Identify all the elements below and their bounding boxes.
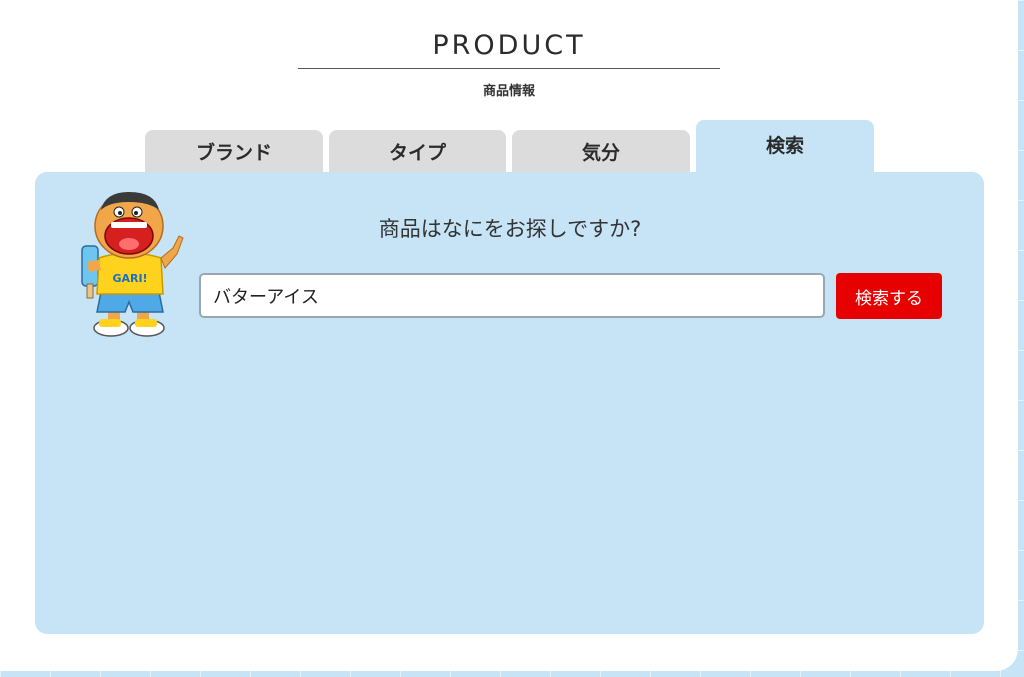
- tab-type[interactable]: タイプ: [329, 130, 506, 178]
- tab-brand[interactable]: ブランド: [145, 130, 323, 178]
- page-title: PRODUCT: [432, 30, 586, 61]
- mascot-shirt-text: GARI!: [112, 272, 147, 285]
- search-button[interactable]: 検索する: [836, 273, 942, 319]
- search-question: 商品はなにをお探しですか?: [378, 217, 642, 241]
- tab-mood[interactable]: 気分: [512, 130, 690, 178]
- tab-search[interactable]: 検索: [696, 120, 874, 180]
- title-divider: [298, 68, 720, 69]
- page-subtitle: 商品情報: [482, 84, 535, 99]
- mascot-image: GARI!: [81, 192, 184, 337]
- search-input[interactable]: [199, 273, 825, 318]
